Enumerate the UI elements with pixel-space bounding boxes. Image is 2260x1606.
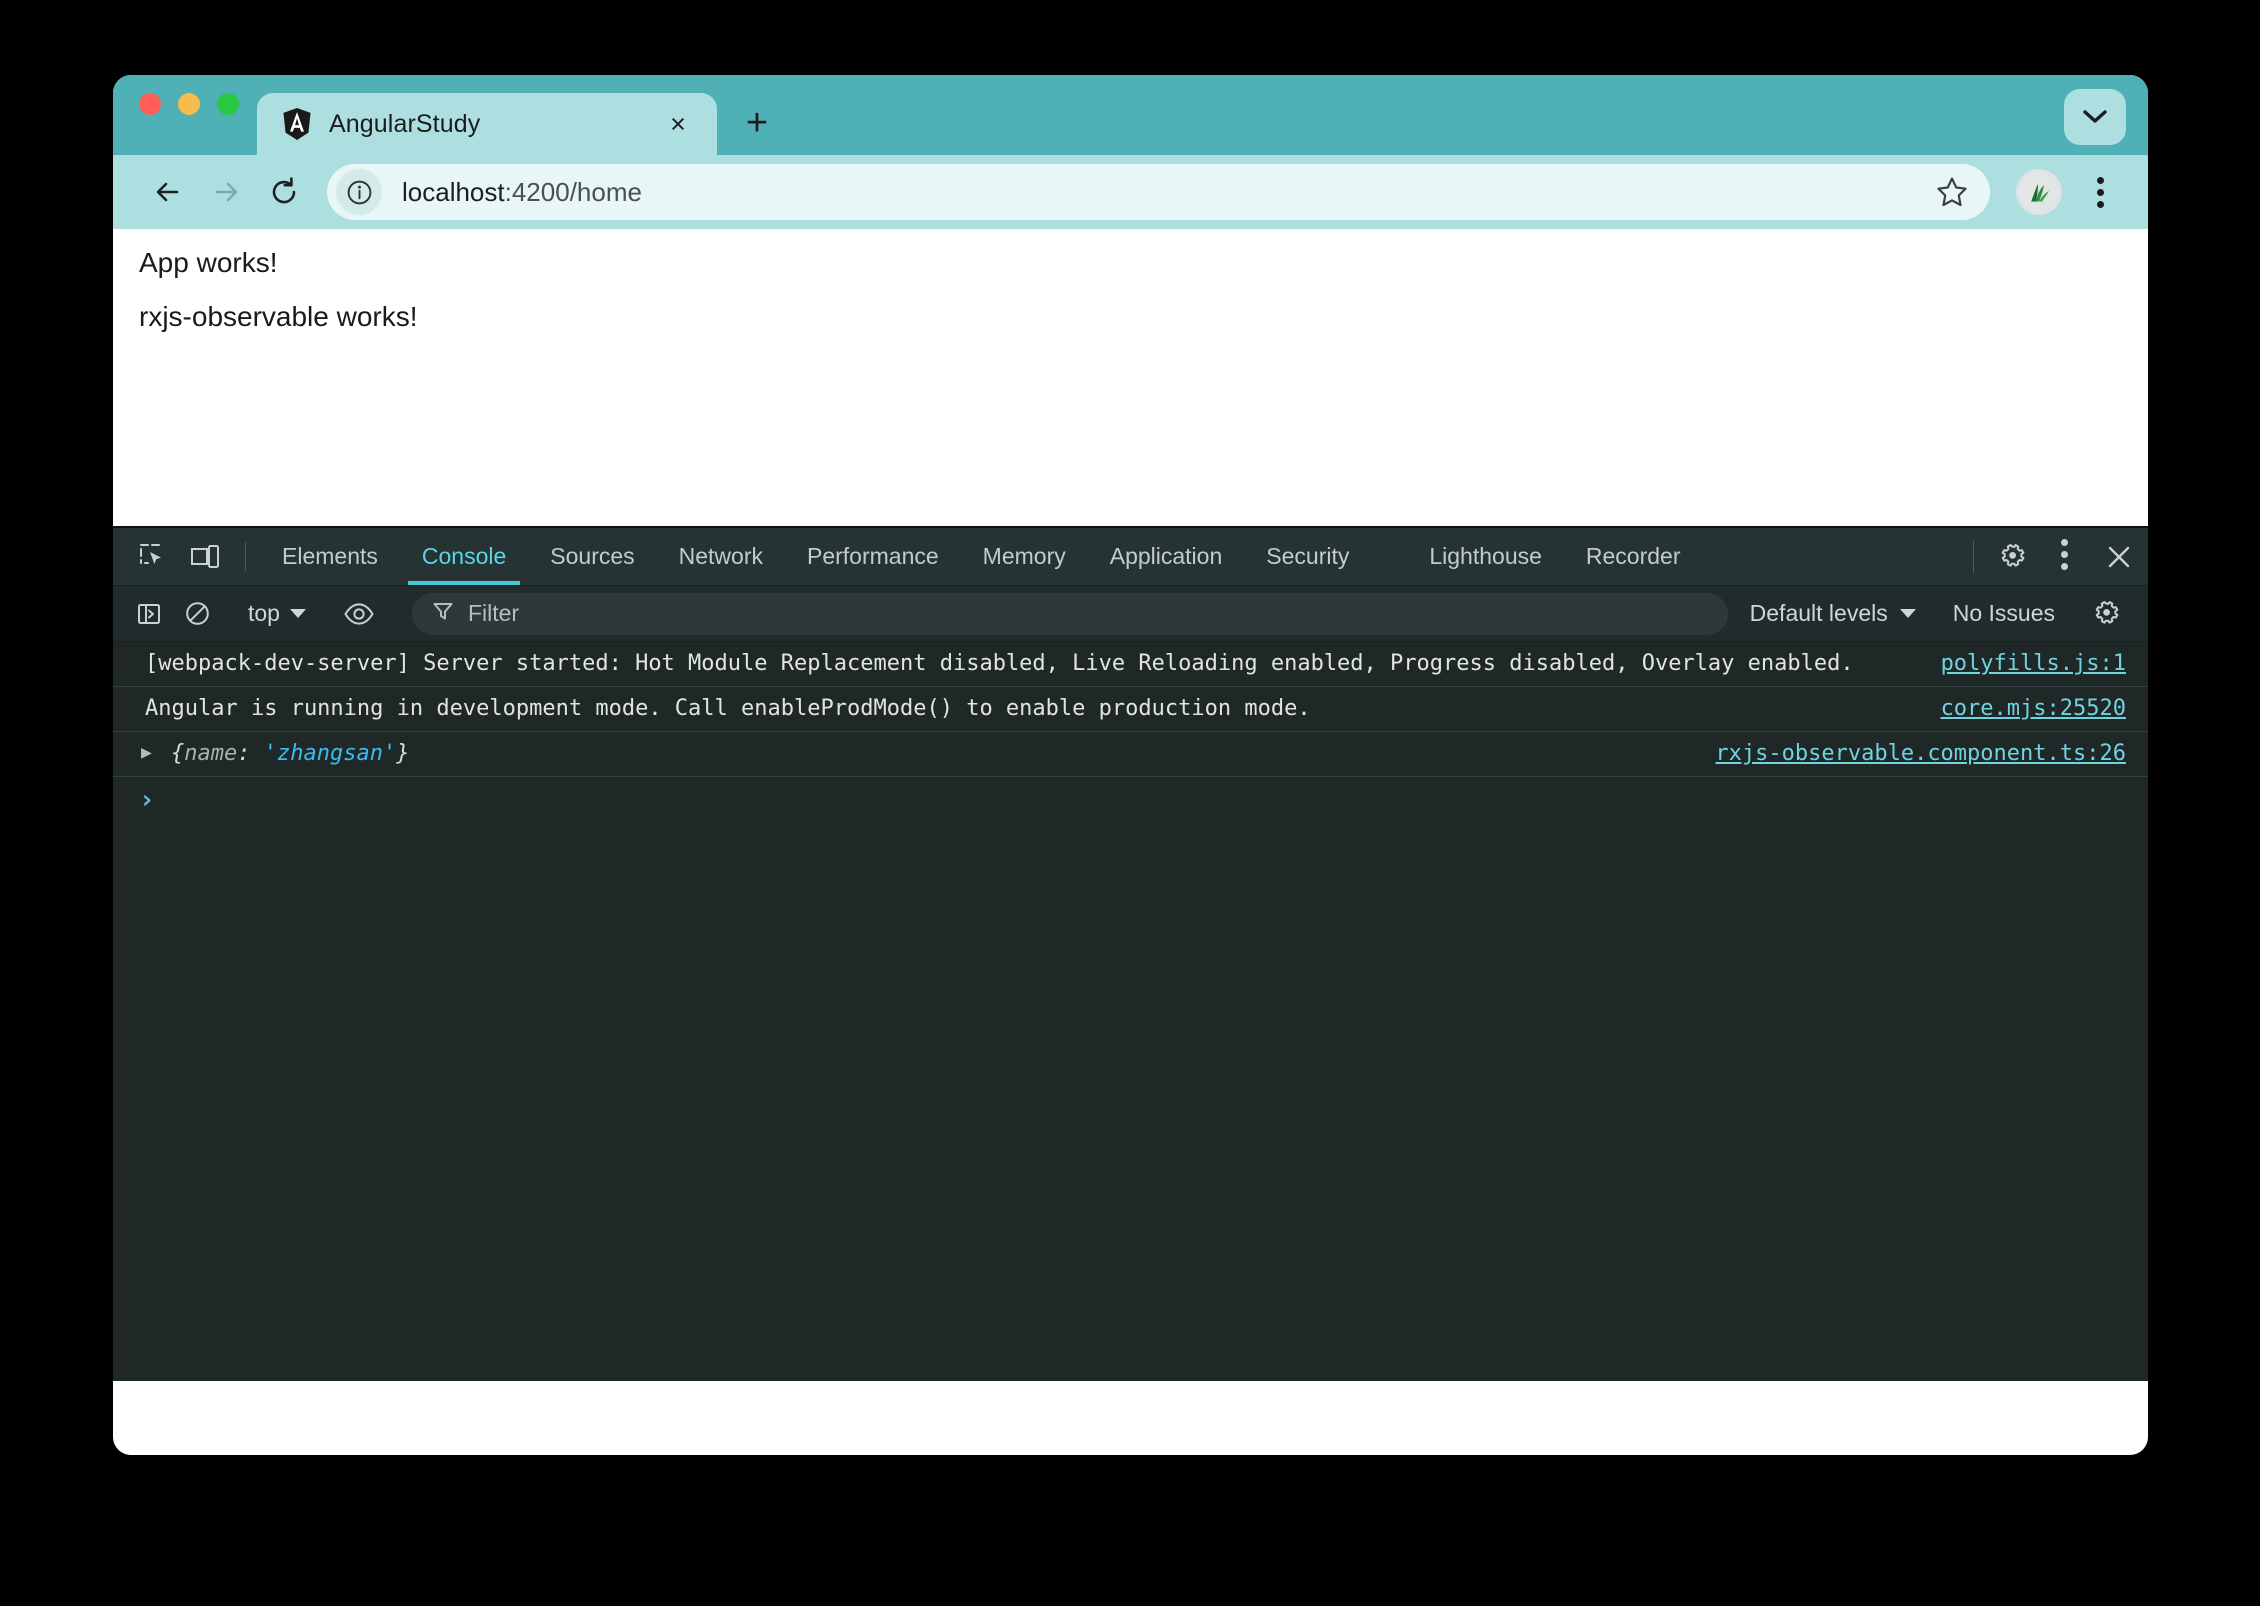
close-tab-button[interactable]: ×	[661, 107, 695, 141]
object-colon: :	[237, 740, 251, 766]
devtools-tab-memory[interactable]: Memory	[961, 528, 1088, 585]
page-viewport: App works! rxjs-observable works!	[113, 229, 2148, 526]
new-tab-button[interactable]: +	[731, 97, 783, 149]
console-message-list[interactable]: [webpack-dev-server] Server started: Hot…	[113, 642, 2148, 1381]
object-open-brace: {	[171, 740, 185, 766]
console-context-label: top	[248, 600, 280, 626]
console-log-levels-selector[interactable]: Default levels	[1738, 600, 1928, 627]
toolbar-divider	[1973, 540, 1974, 573]
maximize-window-button[interactable]	[217, 93, 239, 115]
console-message-row[interactable]: Angular is running in development mode. …	[113, 687, 2148, 732]
object-close-brace: }	[396, 740, 410, 766]
device-toolbar-icon[interactable]	[179, 528, 231, 585]
console-message-text: Angular is running in development mode. …	[145, 695, 1311, 721]
devtools-tab-console[interactable]: Console	[400, 528, 528, 585]
kebab-dot	[2096, 200, 2104, 208]
bookmark-star-icon[interactable]	[1928, 168, 1976, 216]
url-text: localhost:4200/home	[402, 177, 1928, 208]
url-path: :4200/home	[504, 176, 642, 207]
close-window-button[interactable]	[139, 93, 161, 115]
tab-search-chevron-down-icon[interactable]	[2064, 89, 2126, 145]
devtools-tab-sources[interactable]: Sources	[528, 528, 656, 585]
clear-console-icon[interactable]	[173, 600, 221, 627]
kebab-dot	[2096, 188, 2104, 196]
console-message-source-link[interactable]: core.mjs:25520	[1941, 694, 2126, 724]
devtools-tab-elements[interactable]: Elements	[260, 528, 400, 585]
devtools-tab-security[interactable]: Security	[1244, 528, 1371, 585]
console-toolbar: top Filter Default levels No Issues	[113, 586, 2148, 642]
tabbar-spacer	[1703, 528, 1967, 585]
object-value: 'zhangsan'	[263, 740, 397, 766]
chevron-down-icon	[289, 609, 306, 618]
url-host: localhost	[402, 176, 505, 207]
devtools-more-menu-button[interactable]	[2038, 528, 2090, 580]
console-message-object-preview: {name: 'zhangsan'}	[167, 739, 1693, 769]
browser-tab-angularstudy[interactable]: AngularStudy ×	[257, 93, 717, 155]
devtools-tab-performance[interactable]: Performance	[785, 528, 961, 585]
devtools-tab-lighthouse[interactable]: Lighthouse	[1407, 528, 1564, 585]
chevron-down-icon	[1899, 609, 1916, 618]
tab-strip: AngularStudy × +	[113, 75, 2148, 155]
tabbar-gap	[1371, 528, 1407, 585]
issues-counter[interactable]: No Issues	[1937, 600, 2071, 627]
inspect-element-icon[interactable]	[127, 528, 179, 585]
tab-title: AngularStudy	[329, 109, 481, 138]
address-bar[interactable]: localhost:4200/home	[327, 164, 1990, 220]
console-message-source-link[interactable]: polyfills.js:1	[1941, 649, 2126, 679]
devtools-tab-application[interactable]: Application	[1088, 528, 1245, 585]
triangle-right-icon[interactable]: ▶	[141, 739, 165, 767]
console-input-prompt[interactable]: ›	[113, 777, 2148, 823]
filter-funnel-icon	[432, 600, 454, 627]
devtools-panel: Elements Console Sources Network Perform…	[113, 526, 2148, 1381]
profile-avatar[interactable]	[2016, 169, 2062, 215]
console-message-row[interactable]: [webpack-dev-server] Server started: Hot…	[113, 642, 2148, 687]
close-devtools-icon[interactable]	[2090, 528, 2148, 585]
kebab-dot	[2060, 538, 2068, 546]
window-traffic-lights	[139, 75, 257, 155]
back-button[interactable]	[139, 163, 197, 221]
kebab-dot	[2060, 562, 2068, 570]
toolbar-divider	[245, 542, 246, 571]
console-message-text: [webpack-dev-server] Server started: Hot…	[145, 651, 1854, 676]
console-context-selector[interactable]: top	[238, 600, 316, 627]
object-key: name	[184, 740, 238, 766]
page-text-line: App works!	[139, 247, 278, 278]
browser-toolbar: localhost:4200/home	[113, 155, 2148, 229]
console-settings-gear-icon[interactable]	[2080, 599, 2132, 629]
forward-button[interactable]	[197, 163, 255, 221]
live-expression-eye-icon[interactable]	[333, 601, 385, 627]
console-message-row[interactable]: ▶ {name: 'zhangsan'} rxjs-observable.com…	[113, 732, 2148, 777]
console-message-source-link[interactable]: rxjs-observable.component.ts:26	[1715, 739, 2126, 769]
devtools-tabbar: Elements Console Sources Network Perform…	[113, 528, 2148, 586]
console-filter-input[interactable]: Filter	[411, 592, 1728, 635]
console-sidebar-icon[interactable]	[125, 601, 173, 627]
angular-logo-icon	[281, 108, 313, 140]
devtools-tab-recorder[interactable]: Recorder	[1564, 528, 1703, 585]
devtools-settings-gear-icon[interactable]	[1986, 528, 2038, 585]
devtools-tab-network[interactable]: Network	[657, 528, 785, 585]
browser-window: AngularStudy × + localhost:4200/home App…	[113, 75, 2148, 1455]
reload-button[interactable]	[255, 163, 313, 221]
prompt-caret-icon: ›	[139, 784, 155, 815]
minimize-window-button[interactable]	[178, 93, 200, 115]
kebab-dot	[2060, 550, 2068, 558]
log-levels-label: Default levels	[1749, 600, 1888, 626]
info-circle-icon[interactable]	[336, 169, 382, 215]
page-text-line: rxjs-observable works!	[139, 301, 418, 332]
browser-menu-button[interactable]	[2074, 166, 2126, 218]
filter-placeholder: Filter	[467, 600, 520, 626]
kebab-dot	[2096, 176, 2104, 184]
